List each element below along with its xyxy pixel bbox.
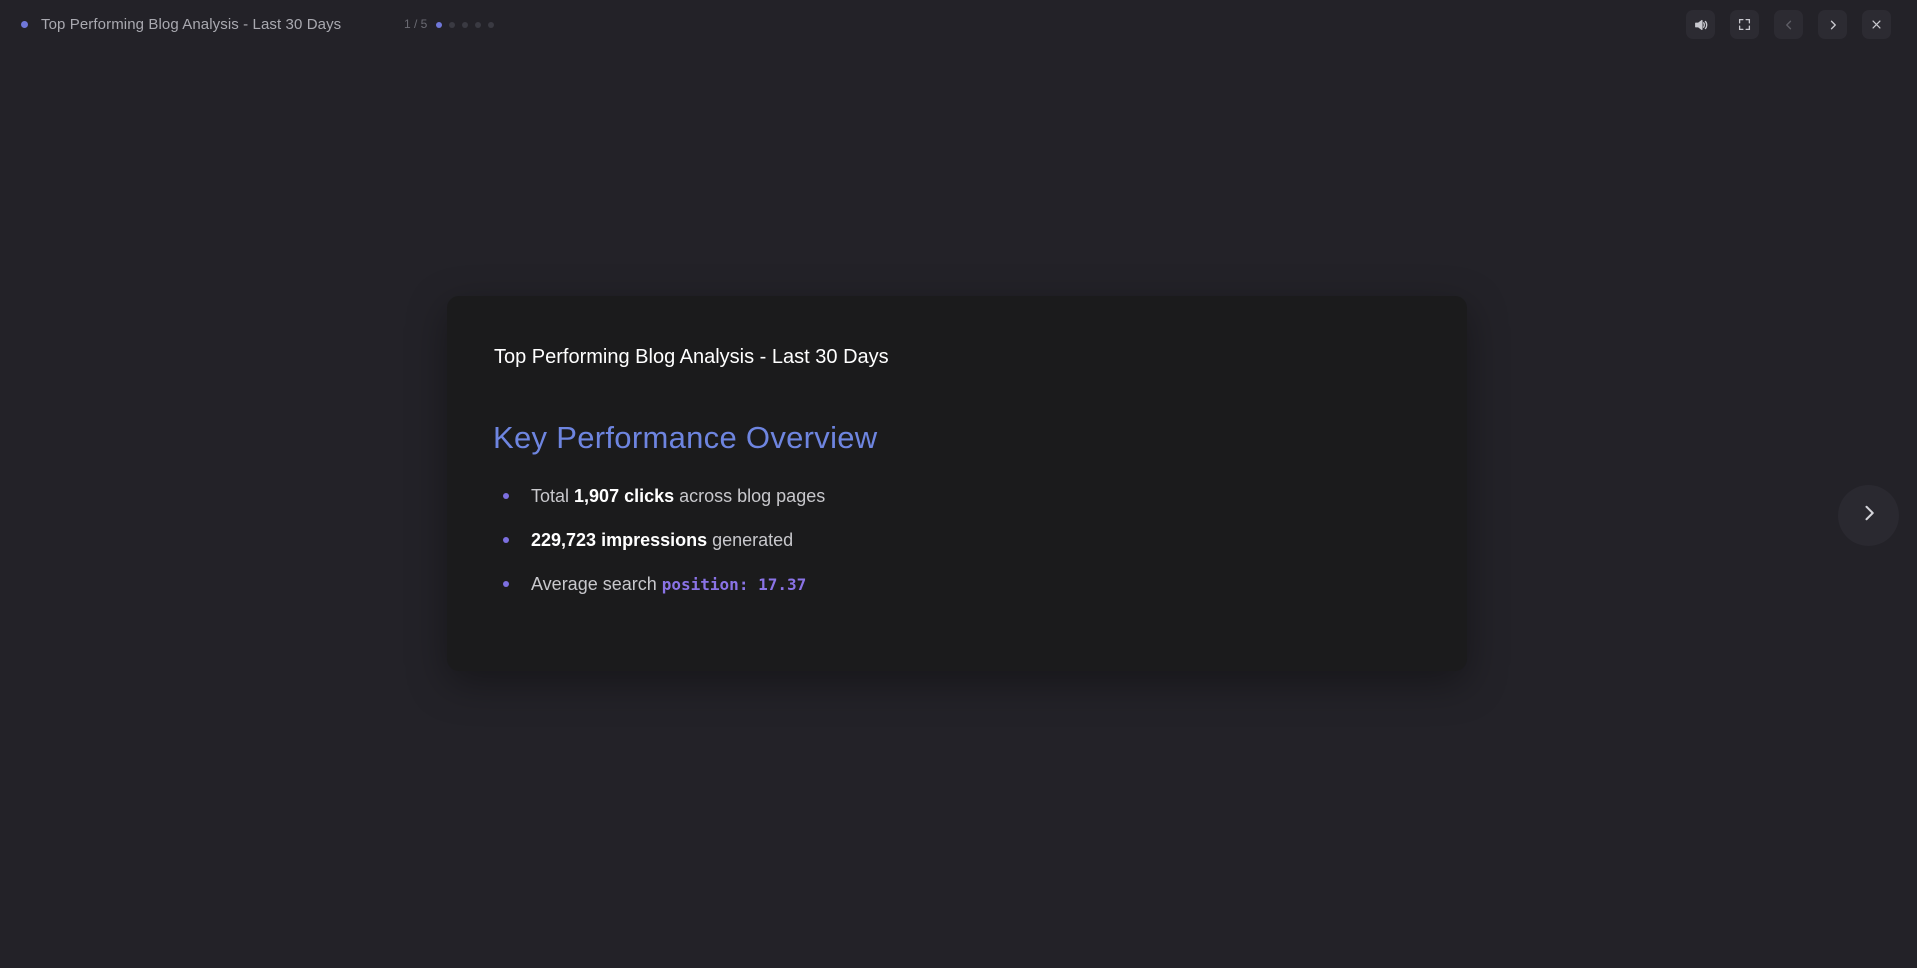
progress-dot[interactable] (449, 22, 455, 28)
close-button[interactable] (1862, 10, 1891, 39)
sound-button[interactable] (1686, 10, 1715, 39)
progress-dot[interactable] (488, 22, 494, 28)
progress-dot[interactable] (462, 22, 468, 28)
side-next-button[interactable] (1838, 485, 1899, 546)
fullscreen-button[interactable] (1730, 10, 1759, 39)
speaker-icon (1694, 18, 1708, 32)
bullet-highlight: 1,907 clicks (574, 486, 675, 506)
bullet-text: across blog pages (674, 486, 826, 506)
bullet-item: Average search position: 17.37 (495, 570, 825, 614)
bullet-list: Total 1,907 clicks across blog pages 229… (495, 482, 825, 614)
bullet-dot (503, 537, 509, 543)
bullet-highlight: 229,723 impressions (531, 530, 708, 550)
bullet-dot (503, 493, 509, 499)
slide-counter: 1 / 5 (404, 17, 428, 31)
code-snippet: position: 17.37 (661, 575, 807, 594)
fullscreen-icon (1738, 18, 1751, 31)
presentation-title: Top Performing Blog Analysis - Last 30 D… (41, 16, 342, 33)
progress-dot[interactable] (436, 22, 442, 28)
chevron-right-icon (1827, 19, 1839, 31)
close-icon (1871, 19, 1882, 30)
slide-title: Top Performing Blog Analysis - Last 30 D… (494, 346, 889, 368)
bullet-item: Total 1,907 clicks across blog pages (495, 482, 825, 526)
chevron-right-icon (1859, 503, 1879, 528)
top-bar: Top Performing Blog Analysis - Last 30 D… (0, 0, 1917, 50)
bullet-dot (503, 581, 509, 587)
bullet-item: 229,723 impressions generated (495, 526, 825, 570)
status-dot (21, 21, 28, 28)
slide-progress (436, 22, 494, 28)
progress-dot[interactable] (475, 22, 481, 28)
next-slide-button[interactable] (1818, 10, 1847, 39)
slide-heading: Key Performance Overview (493, 420, 878, 455)
bullet-text: Total (531, 486, 575, 506)
slide-card: Top Performing Blog Analysis - Last 30 D… (447, 296, 1467, 671)
chevron-left-icon (1783, 19, 1795, 31)
prev-slide-button[interactable] (1774, 10, 1803, 39)
bullet-text: generated (707, 530, 794, 550)
bullet-text: Average search (531, 574, 662, 594)
